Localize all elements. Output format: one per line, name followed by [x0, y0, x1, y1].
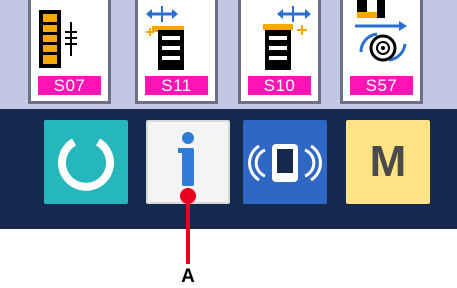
stitch-code-badge: S57: [350, 76, 413, 95]
stitch-pattern-bobbin-icon: [355, 0, 407, 62]
mode-button[interactable]: M: [346, 120, 430, 204]
communication-icon: [248, 144, 322, 182]
stitch-pattern-vertical-icon: [39, 10, 77, 68]
callout-line: [186, 194, 190, 264]
stitch-button-s11[interactable]: S11: [135, 0, 218, 104]
stitch-pattern-width-left-icon: [146, 6, 184, 70]
stitch-code-badge: S07: [38, 76, 101, 95]
communication-button[interactable]: [243, 120, 327, 204]
stitch-button-s07[interactable]: S07: [28, 0, 111, 104]
stitch-code-badge: S10: [248, 76, 311, 95]
stitch-button-s10[interactable]: S10: [238, 0, 321, 104]
reset-ring-icon: [58, 138, 114, 191]
stitch-code-badge: S11: [145, 76, 208, 95]
mode-button-label: M: [369, 137, 407, 186]
reset-button[interactable]: [44, 120, 128, 204]
callout-label: A: [181, 266, 195, 287]
stitch-button-s57[interactable]: S57: [340, 0, 423, 104]
callout-dot: [180, 188, 196, 204]
stitch-pattern-width-right-icon: [263, 6, 311, 70]
